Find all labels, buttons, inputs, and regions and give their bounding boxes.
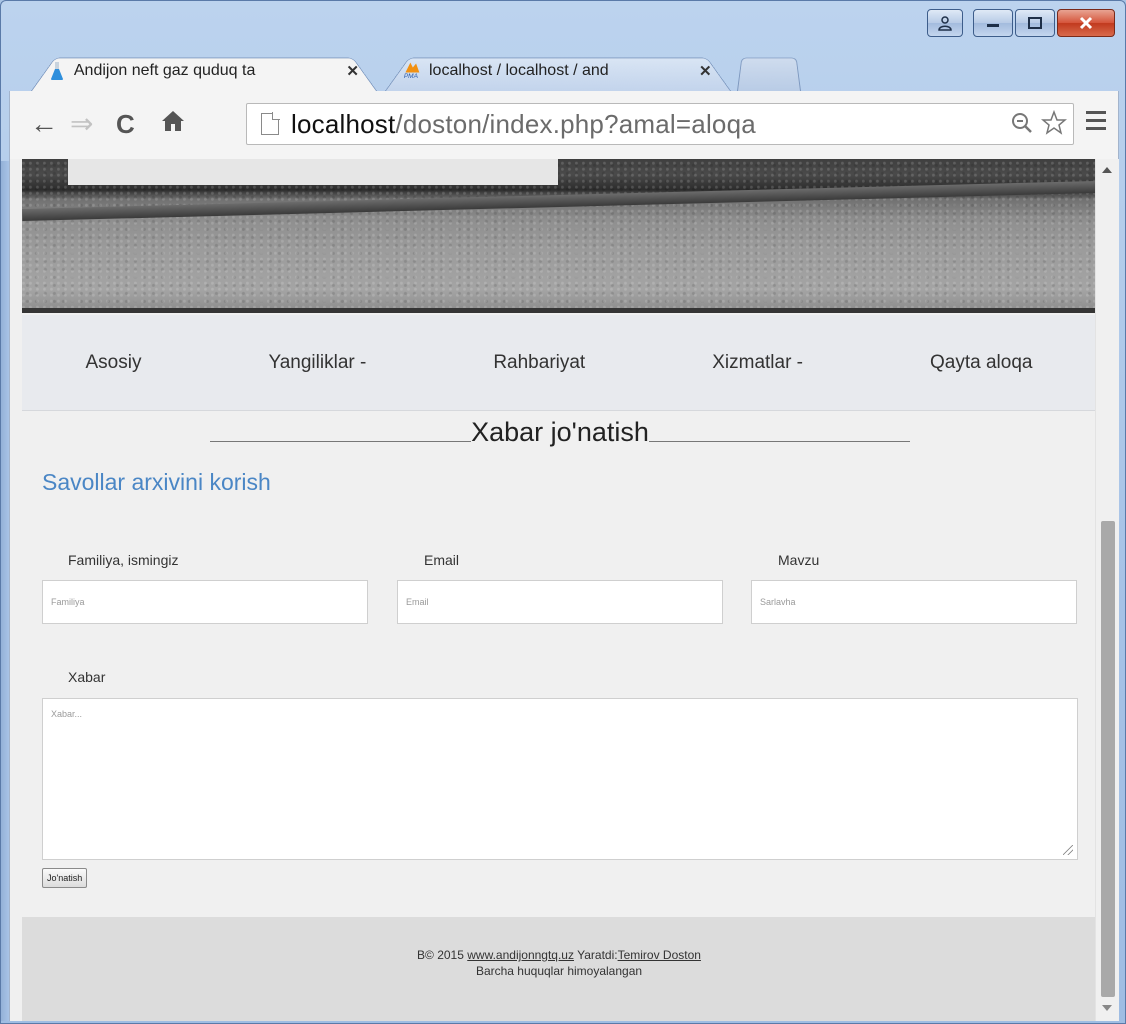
- subject-label: Mavzu: [778, 552, 820, 568]
- nav-item-rahbariyat[interactable]: Rahbariyat: [493, 352, 585, 374]
- resize-grip-icon[interactable]: [1063, 845, 1073, 855]
- scrollbar-thumb[interactable]: [1101, 521, 1115, 997]
- main-nav: Asosiy Yangiliklar - Rahbariyat Xizmatla…: [22, 315, 1096, 411]
- subject-input[interactable]: [752, 581, 1076, 623]
- pma-icon-text: PMA: [404, 73, 418, 80]
- tab-close-icon[interactable]: ✕: [346, 62, 359, 80]
- tab-close-icon[interactable]: ✕: [699, 62, 712, 80]
- url-text: localhost/doston/index.php?amal=aloqa: [291, 108, 756, 139]
- pma-icon: PMA: [403, 61, 421, 81]
- maximize-icon: [1028, 17, 1042, 29]
- flask-icon: [49, 61, 66, 81]
- zoom-icon[interactable]: [1009, 110, 1035, 143]
- tab-title: Andijon neft gaz quduq ta: [73, 62, 256, 79]
- footer-author-link[interactable]: Temirov Doston: [618, 948, 701, 962]
- reload-icon[interactable]: C: [116, 107, 135, 141]
- message-label: Xabar: [68, 669, 106, 685]
- menu-icon[interactable]: [1086, 111, 1106, 131]
- tab-title: localhost / localhost / and: [429, 62, 609, 79]
- email-label: Email: [424, 552, 460, 568]
- scroll-down-icon[interactable]: [1102, 1005, 1112, 1011]
- submit-button[interactable]: Jo'natish: [42, 868, 88, 888]
- name-label: Familiya, ismingiz: [68, 552, 179, 568]
- footer: B© 2015 www.andijonngtq.uz Yaratdi:Temir…: [22, 917, 1096, 1021]
- tab-andijon[interactable]: Andijon neft gaz quduq ta ✕: [31, 51, 377, 91]
- nav-item-asosiy[interactable]: Asosiy: [86, 352, 142, 374]
- minimize-button[interactable]: [973, 9, 1013, 37]
- new-tab-button[interactable]: [737, 51, 801, 91]
- nav-item-xizmatlar[interactable]: Xizmatlar -: [712, 352, 803, 374]
- close-window-button[interactable]: [1057, 9, 1115, 37]
- page-icon: [261, 112, 280, 135]
- email-field[interactable]: [397, 580, 723, 624]
- maximize-button[interactable]: [1015, 9, 1055, 37]
- page-title: Xabar jo'natish: [210, 417, 910, 453]
- footer-rights: Barcha huquqlar himoyalangan: [475, 964, 643, 978]
- browser-toolbar: ← ⇒ C localhost/doston/index.php?amal=al…: [9, 91, 1119, 159]
- footer-copyright: B© 2015: [417, 948, 464, 962]
- nav-item-yangiliklar[interactable]: Yangiliklar -: [268, 352, 366, 374]
- window-left-edge: [1, 161, 9, 1021]
- tab-phpmyadmin[interactable]: PMA localhost / localhost / and ✕: [385, 51, 731, 91]
- subject-field[interactable]: [751, 580, 1077, 624]
- name-input[interactable]: [43, 581, 367, 623]
- nav-item-qayta-aloqa[interactable]: Qayta aloqa: [930, 352, 1032, 374]
- email-input[interactable]: [398, 581, 722, 623]
- name-field[interactable]: [42, 580, 368, 624]
- vertical-scrollbar[interactable]: [1095, 159, 1119, 1021]
- archive-link[interactable]: Savollar arxivini korish: [42, 469, 271, 496]
- window-controls: [927, 9, 1115, 37]
- footer-line-1: B© 2015 www.andijonngtq.uz Yaratdi:Temir…: [22, 947, 1096, 963]
- user-icon: [938, 16, 952, 31]
- scroll-up-icon[interactable]: [1102, 167, 1112, 173]
- page-viewport: Asosiy Yangiliklar - Rahbariyat Xizmatla…: [9, 159, 1119, 1021]
- browser-window: Andijon neft gaz quduq ta ✕ PMA localhos…: [0, 0, 1126, 1024]
- forward-icon[interactable]: ⇒: [70, 107, 93, 141]
- footer-site-link[interactable]: www.andijonngtq.uz: [467, 948, 574, 962]
- star-icon[interactable]: [1040, 109, 1068, 143]
- page-title-text: Xabar jo'natish: [471, 417, 649, 447]
- message-field[interactable]: [42, 698, 1078, 860]
- minimize-icon: [987, 24, 999, 27]
- back-icon[interactable]: ←: [30, 107, 58, 141]
- message-textarea[interactable]: [43, 699, 1077, 859]
- footer-created-by: Yaratdi:: [577, 948, 618, 962]
- close-icon: [1079, 16, 1093, 30]
- user-profile-button[interactable]: [927, 9, 963, 37]
- address-bar[interactable]: localhost/doston/index.php?amal=aloqa: [246, 103, 1074, 145]
- home-icon[interactable]: [160, 107, 186, 141]
- header-banner-image: [22, 159, 1096, 313]
